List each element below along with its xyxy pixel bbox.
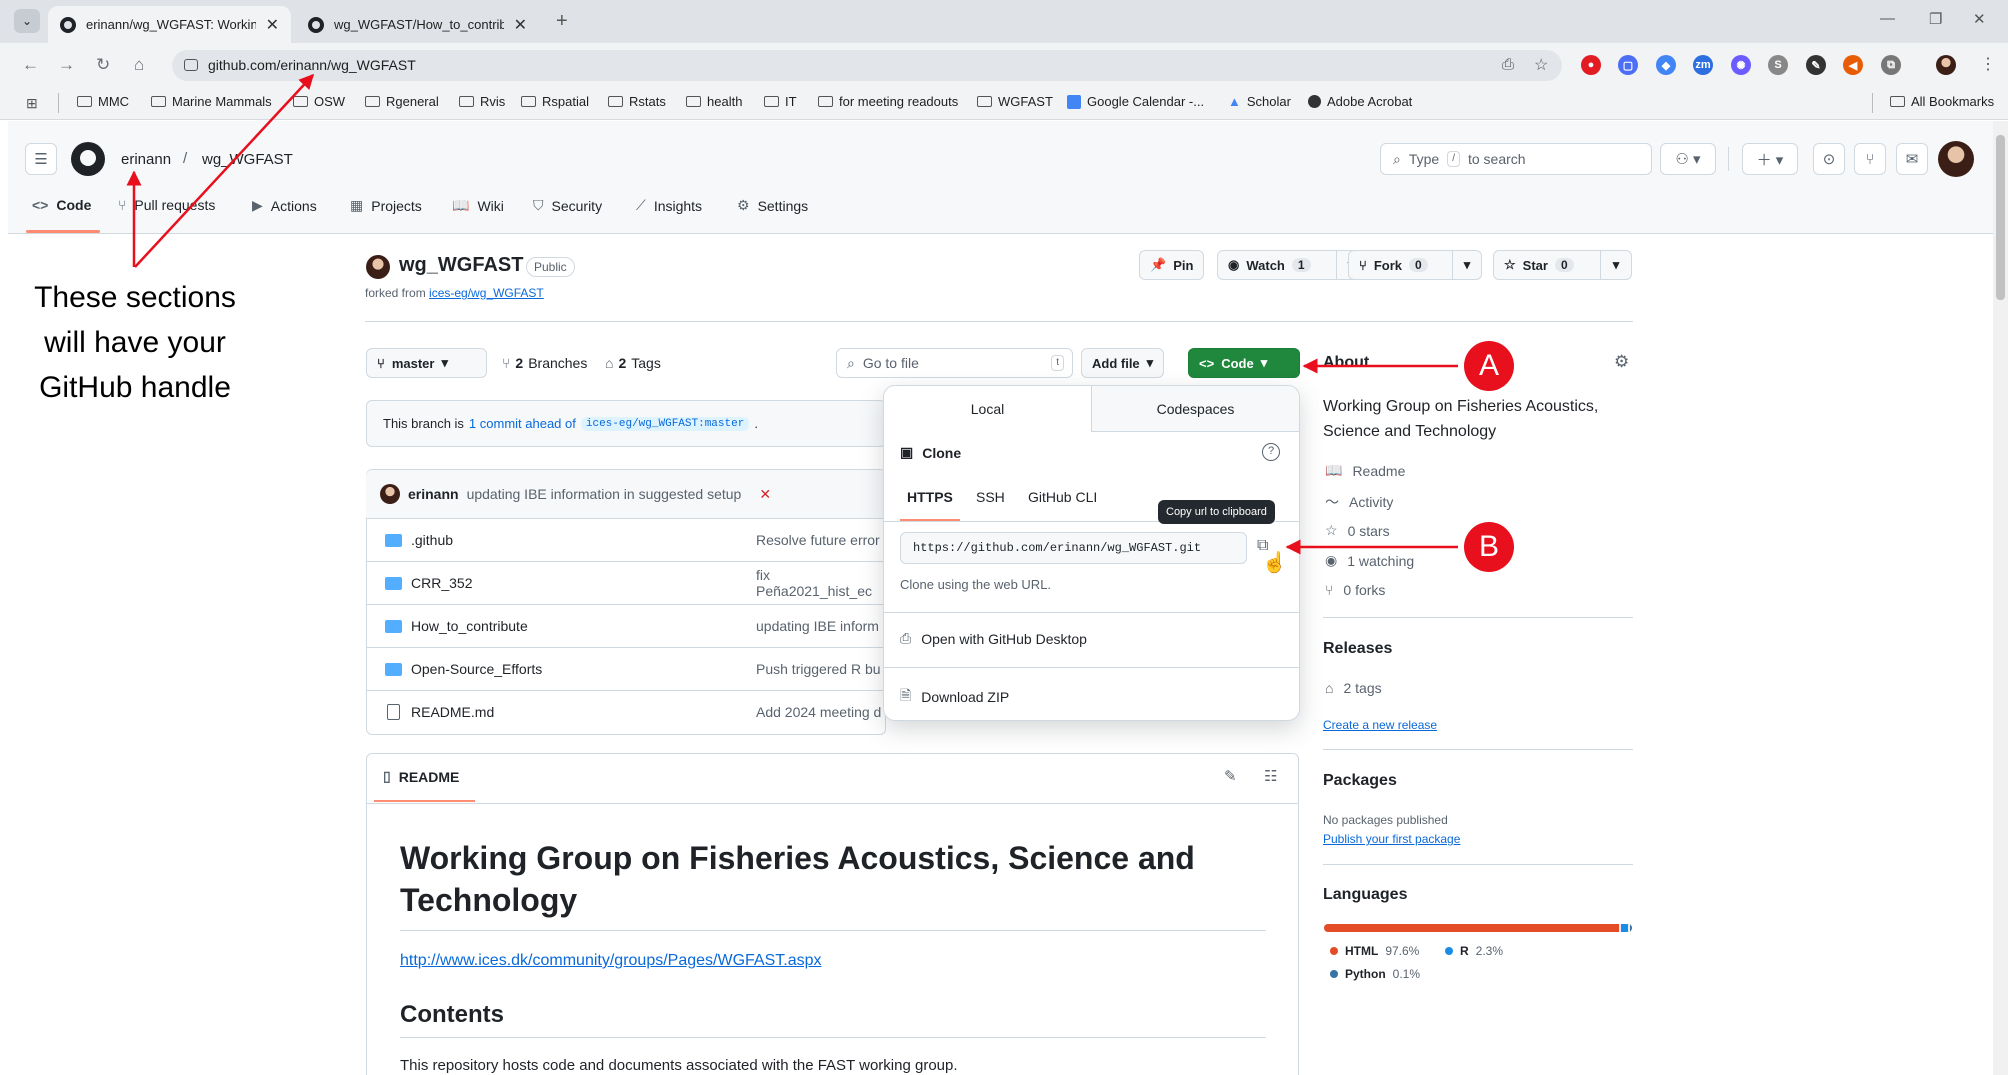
annotation-arrows: [126, 73, 1458, 555]
arrow-to-url: [134, 73, 315, 268]
